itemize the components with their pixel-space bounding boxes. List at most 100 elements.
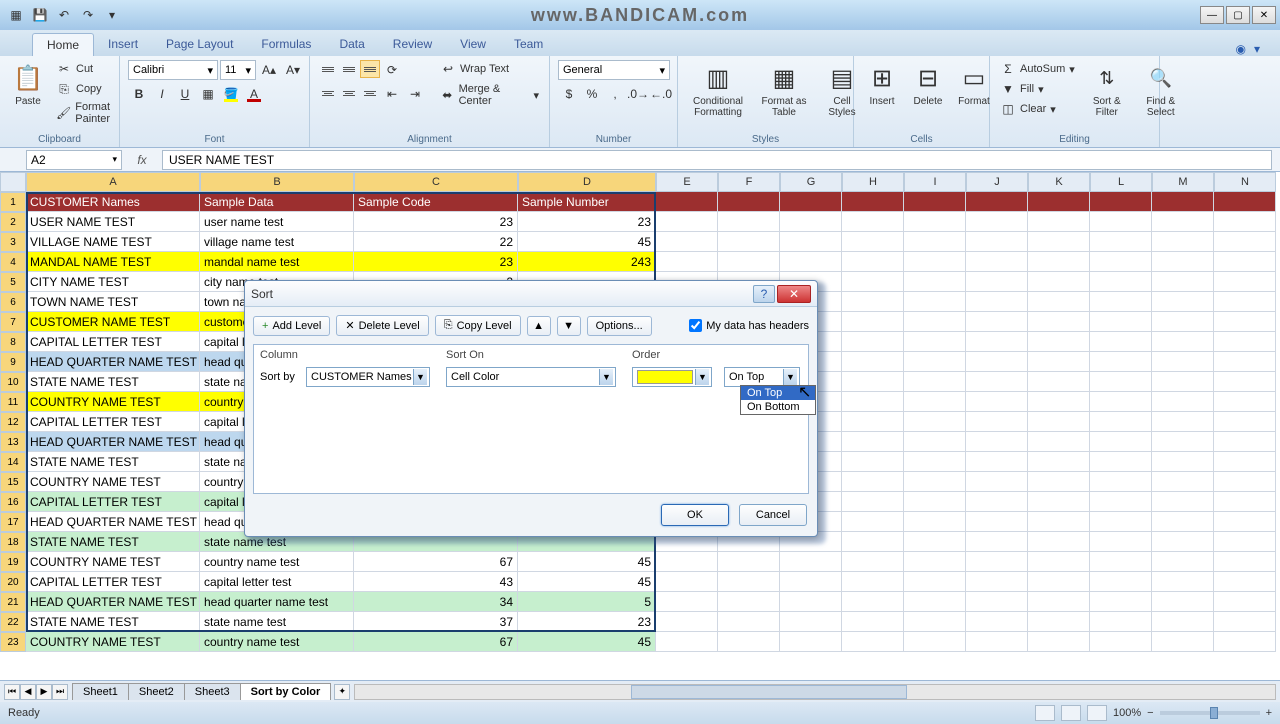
cell[interactable]: user name test bbox=[200, 212, 354, 232]
cell[interactable] bbox=[780, 232, 842, 252]
cell[interactable]: 67 bbox=[354, 632, 518, 652]
delete-level-button[interactable]: ✕Delete Level bbox=[336, 315, 428, 336]
cell[interactable] bbox=[1214, 212, 1276, 232]
cell[interactable] bbox=[1090, 392, 1152, 412]
column-combo[interactable]: CUSTOMER Names▼ bbox=[306, 367, 430, 387]
column-header-K[interactable]: K bbox=[1028, 172, 1090, 192]
cell[interactable] bbox=[656, 212, 718, 232]
cell[interactable] bbox=[1090, 312, 1152, 332]
cell[interactable]: STATE NAME TEST bbox=[26, 452, 200, 472]
cell[interactable] bbox=[1214, 492, 1276, 512]
insert-cells-button[interactable]: ⊞Insert bbox=[862, 60, 902, 109]
cell[interactable] bbox=[966, 412, 1028, 432]
cell[interactable] bbox=[842, 632, 904, 652]
sheet-tab-sheet1[interactable]: Sheet1 bbox=[72, 683, 129, 700]
row-header-10[interactable]: 10 bbox=[0, 372, 26, 392]
cell[interactable] bbox=[656, 192, 718, 212]
row-header-12[interactable]: 12 bbox=[0, 412, 26, 432]
cell[interactable] bbox=[780, 632, 842, 652]
cell[interactable] bbox=[718, 212, 780, 232]
cell[interactable] bbox=[1028, 252, 1090, 272]
cell[interactable]: STATE NAME TEST bbox=[26, 532, 200, 552]
cell[interactable]: 45 bbox=[518, 572, 656, 592]
cell[interactable] bbox=[1152, 392, 1214, 412]
italic-button[interactable]: I bbox=[151, 84, 173, 104]
normal-view-button[interactable] bbox=[1035, 705, 1055, 721]
cell[interactable] bbox=[1214, 592, 1276, 612]
cell[interactable] bbox=[1090, 572, 1152, 592]
qat-dropdown-icon[interactable]: ▾ bbox=[102, 5, 122, 25]
cell[interactable] bbox=[1028, 372, 1090, 392]
decrease-indent-button[interactable]: ⇤ bbox=[381, 84, 403, 104]
cell[interactable] bbox=[1028, 212, 1090, 232]
cell[interactable] bbox=[842, 412, 904, 432]
cell[interactable] bbox=[1090, 452, 1152, 472]
cell[interactable] bbox=[842, 352, 904, 372]
cell[interactable] bbox=[1090, 612, 1152, 632]
cell[interactable] bbox=[780, 252, 842, 272]
cell[interactable] bbox=[966, 252, 1028, 272]
column-header-I[interactable]: I bbox=[904, 172, 966, 192]
cell[interactable]: STATE NAME TEST bbox=[26, 612, 200, 632]
cell[interactable] bbox=[966, 492, 1028, 512]
align-center-button[interactable] bbox=[339, 84, 359, 102]
cell[interactable] bbox=[1152, 492, 1214, 512]
cell[interactable] bbox=[842, 432, 904, 452]
cell[interactable] bbox=[1152, 252, 1214, 272]
cell[interactable] bbox=[1152, 232, 1214, 252]
cell[interactable] bbox=[904, 632, 966, 652]
cut-button[interactable]: ✂Cut bbox=[54, 60, 113, 78]
cell[interactable] bbox=[1028, 332, 1090, 352]
cell[interactable] bbox=[718, 552, 780, 572]
zoom-in-button[interactable]: + bbox=[1266, 707, 1272, 719]
sheet-tab-sheet2[interactable]: Sheet2 bbox=[128, 683, 185, 700]
cell[interactable]: TOWN NAME TEST bbox=[26, 292, 200, 312]
close-button[interactable]: ✕ bbox=[1252, 6, 1276, 24]
cell[interactable]: 243 bbox=[518, 252, 656, 272]
column-header-L[interactable]: L bbox=[1090, 172, 1152, 192]
cell[interactable] bbox=[1090, 352, 1152, 372]
align-middle-button[interactable] bbox=[339, 60, 359, 78]
cell[interactable] bbox=[1090, 372, 1152, 392]
cell[interactable] bbox=[1028, 292, 1090, 312]
cancel-button[interactable]: Cancel bbox=[739, 504, 807, 526]
cell[interactable] bbox=[1028, 592, 1090, 612]
excel-icon[interactable]: ▦ bbox=[6, 5, 26, 25]
cell[interactable]: CUSTOMER Names bbox=[26, 192, 200, 212]
fill-color-button[interactable]: 🪣 bbox=[220, 84, 242, 104]
cell[interactable] bbox=[1214, 372, 1276, 392]
cell[interactable] bbox=[780, 592, 842, 612]
cell[interactable] bbox=[1214, 292, 1276, 312]
cell[interactable] bbox=[842, 312, 904, 332]
row-header-22[interactable]: 22 bbox=[0, 612, 26, 632]
number-format-combo[interactable]: General▾ bbox=[558, 60, 670, 80]
name-box[interactable]: A2▾ bbox=[26, 150, 122, 170]
cell[interactable]: USER NAME TEST bbox=[26, 212, 200, 232]
cell[interactable] bbox=[718, 612, 780, 632]
cell[interactable]: CAPITAL LETTER TEST bbox=[26, 572, 200, 592]
cell[interactable] bbox=[904, 252, 966, 272]
order-combo[interactable]: On Top▼ bbox=[724, 367, 800, 387]
delete-cells-button[interactable]: ⊟Delete bbox=[908, 60, 948, 109]
cell[interactable] bbox=[1152, 432, 1214, 452]
cell[interactable]: 67 bbox=[354, 552, 518, 572]
cell[interactable] bbox=[1214, 572, 1276, 592]
redo-icon[interactable]: ↷ bbox=[78, 5, 98, 25]
cell[interactable] bbox=[1028, 512, 1090, 532]
increase-decimal-button[interactable]: .0→ bbox=[627, 84, 649, 104]
decrease-decimal-button[interactable]: ←.0 bbox=[650, 84, 672, 104]
tab-data[interactable]: Data bbox=[325, 33, 378, 56]
cell[interactable] bbox=[966, 432, 1028, 452]
cell[interactable] bbox=[656, 592, 718, 612]
row-header-8[interactable]: 8 bbox=[0, 332, 26, 352]
column-header-E[interactable]: E bbox=[656, 172, 718, 192]
cell[interactable]: 5 bbox=[518, 592, 656, 612]
cell[interactable]: Sample Data bbox=[200, 192, 354, 212]
undo-icon[interactable]: ↶ bbox=[54, 5, 74, 25]
cell[interactable] bbox=[1152, 452, 1214, 472]
cell[interactable] bbox=[1214, 612, 1276, 632]
cell[interactable] bbox=[1028, 352, 1090, 372]
underline-button[interactable]: U bbox=[174, 84, 196, 104]
tab-review[interactable]: Review bbox=[379, 33, 446, 56]
dialog-close-button[interactable]: ✕ bbox=[777, 285, 811, 303]
